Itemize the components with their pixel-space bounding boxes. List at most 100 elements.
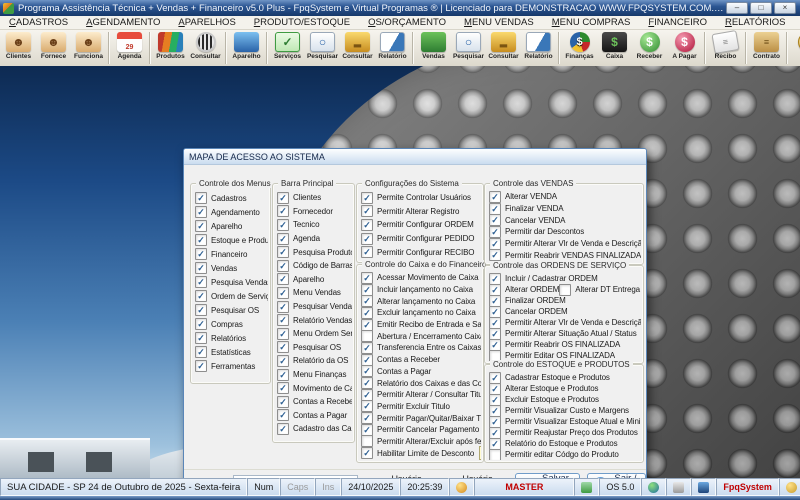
checkbox-relatorios[interactable]: ✓ Relatórios <box>195 332 246 344</box>
checkbox-permitir-alterar-vlr-de-venda-e-descricao[interactable]: ✓ Permitir Alterar Vlr de Venda e Descriç… <box>489 237 641 250</box>
checkbox-agenda[interactable]: ✓ Agenda <box>277 232 320 245</box>
menu-financeiro[interactable]: FINANCEIRO <box>639 17 716 28</box>
checkbox-permitir-configurar-ordem[interactable]: ✓ Permitir Configurar ORDEM <box>361 218 474 231</box>
checkbox-permitir-configurar-pedido[interactable]: ✓ Permitir Configurar PEDIDO <box>361 232 475 245</box>
maximize-button[interactable]: □ <box>750 2 772 14</box>
toolbar-funciona[interactable]: ☻ Funciona <box>71 30 106 66</box>
checkbox-row: ✓ Permitir Visualizar Custo e Margens <box>489 404 641 417</box>
checkbox-aparelho[interactable]: ✓ Aparelho <box>277 273 324 286</box>
checkbox-contas-a-receber[interactable]: ✓ Contas a Receber <box>277 395 352 408</box>
menu-menu-vendas[interactable]: MENU VENDAS <box>455 17 543 28</box>
checkbox-financeiro[interactable]: ✓ Financeiro <box>195 248 247 260</box>
checkbox-permitir-excluir-titulo[interactable]: ✓ Permitir Excluir Titulo <box>361 400 450 413</box>
toolbar-consultar[interactable]: Consultar <box>188 30 223 66</box>
menu-os-orcamento[interactable]: OS/ORÇAMENTO <box>359 17 455 28</box>
checkbox-estoque-e-produtos[interactable]: ✓ Estoque e Produtos <box>195 234 268 246</box>
checkbox-pesquisa-vendas[interactable]: ✓ Pesquisa Vendas <box>195 276 268 288</box>
checkbox-fornecedor[interactable]: ✓ Fornecedor <box>277 205 333 218</box>
checkbox-finalizar-venda[interactable]: ✓ Finalizar VENDA <box>489 202 564 215</box>
checkbox-permitir-editar-codgo-do-produto[interactable]: Permitir editar Códgo do Produto <box>489 448 619 460</box>
toolbar-receber[interactable]: $ Receber <box>632 30 667 66</box>
toolbar-clientes[interactable]: ☻ Clientes <box>1 30 36 66</box>
toolbar-relatorio[interactable]: Relatório <box>375 30 410 66</box>
checkbox-acessar-movimento-de-caixa[interactable]: ✓ Acessar Movimento de Caixa <box>361 272 479 284</box>
checkbox-clientes[interactable]: ✓ Clientes <box>277 191 321 204</box>
close-button[interactable]: × <box>774 2 796 14</box>
menu-cadastros[interactable]: CADASTROS <box>0 17 77 28</box>
checkbox-relatorio-dos-caixas-e-das-contas[interactable]: ✓ Relatório dos Caixas e das Contas <box>361 377 481 390</box>
toolbar-recibo[interactable]: ≡ Recibo <box>708 29 743 66</box>
checkbox-relatorio-vendas[interactable]: ✓ Relatório Vendas <box>277 314 352 327</box>
menu-produto-estoque[interactable]: PRODUTO/ESTOQUE <box>245 17 359 28</box>
checkbox-estatisticas[interactable]: ✓ Estatísticas <box>195 346 251 358</box>
checkbox-emitir-recibo-de-entrada-e-saida[interactable]: ✓ Emitir Recibo de Entrada e Saida <box>361 318 481 331</box>
checkbox-cadastros[interactable]: ✓ Cadastros <box>195 192 247 204</box>
checkbox-alterar-dt-entrega[interactable]: Alterar DT Entrega <box>559 283 640 296</box>
checkbox-permite-controlar-usuarios[interactable]: ✓ Permite Controlar Usuários <box>361 191 471 204</box>
menu-aparelhos[interactable]: APARELHOS <box>169 17 244 28</box>
checkbox-pesquisar-vendas[interactable]: ✓ Pesquisar Vendas <box>277 300 352 313</box>
checkbox-pesquisa-produtos[interactable]: ✓ Pesquisa Produtos <box>277 246 352 259</box>
checkbox-permitir-cancelar-pagamento-do-titulo[interactable]: ✓ Permitir Cancelar Pagamento do Titulo <box>361 423 481 436</box>
checkbox-ordem-de-servico[interactable]: ✓ Ordem de Serviço <box>195 290 268 302</box>
checkbox-tecnico[interactable]: ✓ Tecnico <box>277 218 320 231</box>
checkbox-menu-vendas[interactable]: ✓ Menu Vendas <box>277 286 341 299</box>
checkbox-menu-financas[interactable]: ✓ Menu Finanças <box>277 368 347 381</box>
toolbar-agenda[interactable]: 29 Agenda <box>112 30 147 66</box>
toolbar-fornece[interactable]: ☻ Fornece <box>36 30 71 66</box>
checkbox-transferencia-entre-os-caixas[interactable]: ✓ Transferencia Entre os Caixas <box>361 341 481 354</box>
checkbox-excluir-lancamento-no-caixa[interactable]: ✓ Excluir lançamento no Caixa <box>361 306 476 319</box>
checkbox-permitir-alterar-registro[interactable]: ✓ Permitir Alterar Registro <box>361 205 460 218</box>
checkbox-alterar-venda[interactable]: ✓ Alterar VENDA <box>489 191 557 203</box>
checkbox-permitir-alterar-consultar-titulo[interactable]: ✓ Permitir Alterar / Consultar Titulo <box>361 388 481 401</box>
checkbox-movimento-de-caixa[interactable]: ✓ Movimento de Caixa <box>277 382 352 395</box>
toolbar-financas[interactable]: $ Finanças <box>562 30 597 66</box>
checkbox-relatorio-da-os[interactable]: ✓ Relatório da OS <box>277 354 349 367</box>
checkbox-contas-a-receber[interactable]: ✓ Contas a Receber <box>361 353 440 366</box>
checkbox-cancelar-venda[interactable]: ✓ Cancelar VENDA <box>489 214 566 227</box>
checkbox-agendamento[interactable]: ✓ Agendamento <box>195 206 260 218</box>
checkbox-abertura-encerramento-caixa[interactable]: Abertura / Encerramento Caixa <box>361 330 481 343</box>
checkbox-menu-ordem-servico[interactable]: ✓ Menu Ordem Serviço <box>277 327 352 340</box>
checkbox-pesquisar-os[interactable]: ✓ Pesquisar OS <box>195 304 259 316</box>
discount-limit-input[interactable] <box>479 446 481 460</box>
toolbar-coins-icon[interactable]: $ <box>790 30 800 66</box>
menu-menu-compras[interactable]: MENU COMPRAS <box>543 17 640 28</box>
toolbar-aparelho[interactable]: Aparelho <box>229 30 264 66</box>
menu-agendamento[interactable]: AGENDAMENTO <box>77 17 169 28</box>
checkbox-cadastro-das-cartas[interactable]: ✓ Cadastro das Cartas <box>277 422 352 435</box>
toolbar-consultar[interactable]: ▂ Consultar <box>486 30 521 66</box>
toolbar-a-pagar[interactable]: $ A Pagar <box>667 30 702 66</box>
checkbox-contas-a-pagar[interactable]: ✓ Contas a Pagar <box>277 409 347 422</box>
checkbox-permitir-alterar-excluir-apos-fechamento[interactable]: Permitir Alterar/Excluir após fechamento <box>361 435 481 448</box>
alarm-icon <box>456 481 468 493</box>
toolbar-caixa[interactable]: $ Caixa <box>597 30 632 66</box>
toolbar-contrato[interactable]: ≡ Contrato <box>749 30 784 66</box>
toolbar-relatorio[interactable]: Relatório <box>521 30 556 66</box>
checkbox-permitir-configurar-recibo[interactable]: ✓ Permitir Configurar RECIBO <box>361 246 475 259</box>
checkbox-permitir-reabrir-vendas-finalizadas[interactable]: ✓ Permitir Reabrir VENDAS FINALIZADAS <box>489 249 641 262</box>
toolbar-pesquisar[interactable]: ○ Pesquisar <box>305 30 340 66</box>
checkbox-pesquisar-os[interactable]: ✓ Pesquisar OS <box>277 341 341 354</box>
checkbox-ferramentas[interactable]: ✓ Ferramentas <box>195 360 255 372</box>
toolbar-consultar[interactable]: ▂ Consultar <box>340 30 375 66</box>
checkbox-vendas[interactable]: ✓ Vendas <box>195 262 237 274</box>
toolbar-produtos[interactable]: Produtos <box>153 30 188 66</box>
toolbar-pesquisar[interactable]: ○ Pesquisar <box>451 30 486 66</box>
checkbox-box: ✓ <box>277 314 289 327</box>
checkbox-aparelho[interactable]: ✓ Aparelho <box>195 220 242 232</box>
minimize-button[interactable]: – <box>726 2 748 14</box>
checkbox-incluir-lancamento-no-caixa[interactable]: ✓ Incluir lançamento no Caixa <box>361 283 473 296</box>
checkbox-alterar-lancamento-no-caixa[interactable]: ✓ Alterar lançamento no Caixa <box>361 295 475 308</box>
checkbox-compras[interactable]: ✓ Compras <box>195 318 243 330</box>
checkbox-habilitar-limite-de-desconto[interactable]: ✓ Habilitar Limite de Desconto <box>361 447 474 460</box>
checkbox-permitir-pagar-quitar-baixar-titulo[interactable]: ✓ Permitir Pagar/Quitar/Baixar Titulo <box>361 412 481 425</box>
toolbar-servicos[interactable]: ✓ Serviços <box>270 30 305 66</box>
statusbar-icon-cell <box>666 478 692 496</box>
menu-estatistica[interactable]: ESTATISTICA <box>795 17 800 28</box>
menu-relatorios[interactable]: RELATÓRIOS <box>716 17 795 28</box>
toolbar-vendas[interactable]: Vendas <box>416 30 451 66</box>
checkbox-permitir-dar-descontos[interactable]: ✓ Permitir dar Descontos <box>489 225 584 238</box>
checkbox-contas-a-pagar[interactable]: ✓ Contas a Pagar <box>361 365 431 378</box>
checkbox-codigo-de-barras[interactable]: ✓ Código de Barras <box>277 259 352 272</box>
